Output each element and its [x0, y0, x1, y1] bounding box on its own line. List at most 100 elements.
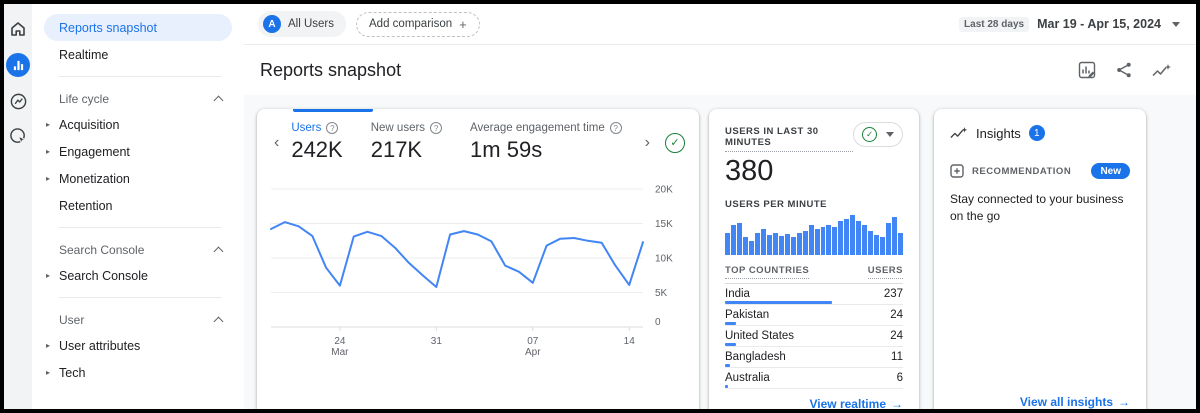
country-value-bar — [725, 301, 832, 304]
sidebar-item-monetization[interactable]: ▸ Monetization — [32, 165, 232, 192]
sidebar-item-acquisition[interactable]: ▸ Acquisition — [32, 111, 232, 138]
minute-bar — [737, 223, 742, 255]
all-users-chip[interactable]: A All Users — [258, 11, 346, 37]
minute-bar — [773, 233, 778, 255]
country-row: Australia6 — [725, 368, 903, 389]
home-icon[interactable] — [7, 18, 29, 40]
country-value-bar — [725, 385, 728, 388]
sidebar-item-user-attributes[interactable]: ▸ User attributes — [32, 332, 232, 359]
sidebar-section-user[interactable]: User — [32, 308, 244, 332]
audience-chip-label: All Users — [288, 18, 334, 30]
divider — [59, 76, 222, 77]
sidebar-item-label: Retention — [59, 199, 113, 213]
sidebar-item-search-console[interactable]: ▸ Search Console — [32, 262, 232, 289]
chevron-up-icon[interactable] — [214, 96, 224, 106]
minute-bar — [815, 229, 820, 255]
insight-message[interactable]: Stay connected to your business on the g… — [950, 191, 1130, 226]
country-name: Australia — [725, 372, 770, 384]
main-content: A All Users Add comparison + Last 28 day… — [244, 4, 1196, 409]
sidebar-section-search-console[interactable]: Search Console — [32, 238, 244, 262]
minute-bar — [826, 225, 831, 255]
nav-rail — [4, 4, 32, 409]
explore-icon[interactable] — [7, 90, 29, 112]
minute-bar — [844, 219, 849, 255]
sidebar-item-label: Realtime — [59, 48, 108, 62]
metric-tab-avg-engagement-time[interactable]: Average engagement time ? 1m 59s — [470, 122, 622, 163]
sidebar-item-label: Search Console — [59, 269, 148, 283]
expand-triangle-icon[interactable]: ▸ — [46, 147, 50, 156]
users-per-minute-label: USERS PER MINUTE — [725, 199, 903, 210]
chevron-up-icon[interactable] — [214, 247, 224, 257]
minute-bar — [838, 221, 843, 255]
minute-bar — [731, 225, 736, 255]
svg-text:10K: 10K — [655, 254, 673, 265]
svg-text:14: 14 — [624, 336, 636, 347]
advertising-icon[interactable] — [7, 125, 29, 147]
expand-triangle-icon[interactable]: ▸ — [46, 368, 50, 377]
section-label: User — [59, 313, 84, 327]
view-realtime-link[interactable]: View realtime→ — [725, 389, 903, 411]
column-header-users: USERS — [868, 265, 903, 279]
expand-triangle-icon[interactable]: ▸ — [46, 271, 50, 280]
data-quality-check-icon[interactable]: ✓ — [665, 133, 685, 153]
svg-text:Mar: Mar — [331, 347, 349, 358]
divider — [59, 227, 222, 228]
date-range-text: Mar 19 - Apr 15, 2024 — [1037, 17, 1161, 31]
section-label: Search Console — [59, 243, 144, 257]
carousel-prev-button[interactable]: ‹ — [269, 135, 284, 151]
expand-triangle-icon[interactable]: ▸ — [46, 120, 50, 129]
insights-card: Insights 1 RECOMMENDATION New Stay conne… — [934, 109, 1146, 413]
sidebar-item-tech[interactable]: ▸ Tech — [32, 359, 232, 386]
chevron-up-icon[interactable] — [214, 317, 224, 327]
overview-card: ‹ Users ? 242K New users ? — [257, 109, 699, 413]
country-row: Bangladesh11 — [725, 347, 903, 368]
sidebar-item-realtime[interactable]: Realtime — [32, 41, 232, 68]
metric-tab-new-users[interactable]: New users ? 217K — [371, 122, 442, 163]
sidebar-item-reports-snapshot[interactable]: Reports snapshot — [44, 14, 232, 41]
users-per-minute-chart — [725, 215, 903, 255]
new-badge: New — [1091, 163, 1130, 179]
country-name: Pakistan — [725, 309, 769, 321]
minute-bar — [767, 235, 772, 255]
metric-label: New users — [371, 122, 425, 134]
recommendation-label: RECOMMENDATION — [972, 166, 1071, 177]
reports-icon[interactable] — [6, 53, 30, 77]
help-icon[interactable]: ? — [610, 122, 622, 134]
realtime-status-dropdown[interactable]: ✓ — [853, 122, 903, 147]
sidebar-item-engagement[interactable]: ▸ Engagement — [32, 138, 232, 165]
expand-triangle-icon[interactable]: ▸ — [46, 174, 50, 183]
minute-bar — [821, 227, 826, 255]
add-comparison-button[interactable]: Add comparison + — [356, 12, 480, 37]
insights-title: Insights — [976, 126, 1021, 141]
sidebar-item-retention[interactable]: Retention — [32, 192, 232, 219]
carousel-next-button[interactable]: › — [640, 135, 655, 151]
page-title: Reports snapshot — [260, 60, 401, 81]
recommendation-icon — [950, 164, 964, 178]
country-users-value: 237 — [884, 288, 903, 300]
section-label: Life cycle — [59, 92, 109, 106]
share-icon[interactable] — [1116, 62, 1132, 78]
help-icon[interactable]: ? — [326, 122, 338, 134]
help-icon[interactable]: ? — [430, 122, 442, 134]
audience-avatar: A — [263, 15, 281, 33]
sidebar-item-label: Engagement — [59, 145, 130, 159]
view-all-insights-link[interactable]: View all insights→ — [950, 387, 1130, 409]
customize-report-icon[interactable] — [1078, 61, 1096, 79]
metric-carousel: ‹ Users ? 242K New users ? — [269, 109, 687, 167]
add-comparison-label: Add comparison — [369, 18, 452, 30]
link-label: View realtime — [810, 397, 887, 411]
realtime-card: USERS IN LAST 30 MINUTES ✓ 380 USERS PER… — [709, 109, 919, 413]
minute-bar — [886, 223, 891, 255]
svg-text:Apr: Apr — [525, 347, 541, 358]
minute-bar — [874, 235, 879, 255]
sidebar-section-life-cycle[interactable]: Life cycle — [32, 87, 244, 111]
expand-triangle-icon[interactable]: ▸ — [46, 341, 50, 350]
insights-icon[interactable] — [1152, 63, 1172, 78]
metric-value: 242K — [291, 137, 342, 163]
minute-bar — [785, 234, 790, 255]
country-users-value: 11 — [891, 351, 903, 363]
svg-text:07: 07 — [527, 336, 539, 347]
metric-tab-users[interactable]: Users ? 242K — [291, 122, 342, 163]
link-label: View all insights — [1020, 395, 1113, 409]
date-range-picker[interactable]: Last 28 days Mar 19 - Apr 15, 2024 — [959, 17, 1180, 32]
